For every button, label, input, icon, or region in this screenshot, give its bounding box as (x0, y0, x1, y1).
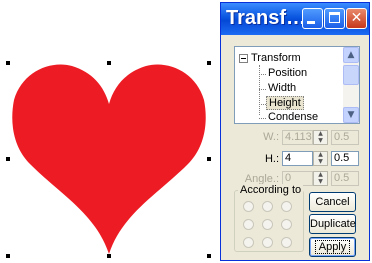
stepper-down-icon: ▼ (318, 137, 323, 144)
tree-branch (259, 89, 266, 90)
height-stepper[interactable]: ▲ ▼ (313, 151, 328, 166)
scroll-up-button[interactable]: ▲ (343, 47, 359, 63)
transform-tree[interactable]: Transform Position Width Height Condense… (234, 46, 360, 124)
angle-step-field: 0.5 (331, 171, 359, 186)
selection-handle-top-center[interactable] (107, 61, 111, 65)
chevron-up-icon: ▲ (347, 50, 355, 60)
selection-handle-middle-right[interactable] (207, 157, 211, 161)
anchor-top-left-radio[interactable] (243, 201, 254, 212)
anchor-bottom-left-radio[interactable] (243, 237, 254, 248)
tree-item-width[interactable]: Width (268, 82, 296, 94)
width-stepper: ▲ ▼ (313, 130, 328, 145)
cancel-button[interactable]: Cancel (309, 192, 356, 212)
transform-window: Transf… ✕ Transform Position Width Heigh… (220, 2, 370, 261)
scroll-thumb[interactable] (343, 65, 359, 85)
selection-handle-bottom-center[interactable] (107, 254, 111, 258)
maximize-icon (329, 12, 340, 23)
tree-branch (259, 104, 266, 105)
close-icon: ✕ (350, 10, 363, 26)
width-field: 4.113 (282, 130, 313, 145)
apply-button[interactable]: Apply (309, 237, 356, 257)
width-step-field: 0.5 (331, 130, 359, 145)
selection-handle-top-right[interactable] (207, 61, 211, 65)
angle-stepper: ▲ ▼ (313, 171, 328, 186)
selection-handle-top-left[interactable] (6, 61, 10, 65)
tree-connector (259, 65, 260, 115)
selection-handle-bottom-right[interactable] (207, 254, 211, 258)
anchor-middle-left-radio[interactable] (243, 219, 254, 230)
heart-shape[interactable] (0, 0, 218, 263)
chevron-down-icon: ▼ (347, 110, 355, 120)
height-field[interactable]: 4 (282, 151, 313, 166)
title-bar[interactable]: Transf… ✕ (221, 3, 369, 35)
close-button[interactable]: ✕ (346, 8, 367, 29)
anchor-bottom-right-radio[interactable] (281, 237, 292, 248)
apply-button-label: Apply (314, 240, 351, 254)
scroll-down-button[interactable]: ▼ (343, 107, 359, 123)
according-to-label: According to (238, 184, 304, 196)
height-step-field[interactable]: 0.5 (331, 151, 359, 166)
stepper-down-icon: ▼ (318, 158, 323, 165)
tree-scrollbar[interactable]: ▲ ▼ (343, 47, 359, 123)
minimize-icon (307, 21, 315, 24)
tree-item-height[interactable]: Height (266, 96, 304, 110)
tree-item-position[interactable]: Position (268, 67, 307, 79)
selection-handle-middle-left[interactable] (6, 157, 10, 161)
height-label: H.: (264, 153, 279, 165)
minimize-button[interactable] (302, 8, 323, 29)
anchor-middle-right-radio[interactable] (281, 219, 292, 230)
heart-path[interactable] (12, 64, 206, 255)
maximize-button[interactable] (324, 8, 345, 29)
tree-branch (259, 118, 266, 119)
selection-handle-bottom-left[interactable] (6, 254, 10, 258)
window-title: Transf… (226, 7, 307, 29)
collapse-icon[interactable] (239, 54, 248, 63)
stepper-down-icon: ▼ (318, 178, 323, 185)
anchor-bottom-center-radio[interactable] (262, 237, 273, 248)
drawing-canvas[interactable] (0, 0, 218, 263)
tree-branch (259, 74, 266, 75)
duplicate-button[interactable]: Duplicate (309, 214, 356, 234)
tree-item-transform[interactable]: Transform (251, 52, 301, 64)
width-label: W.: (263, 131, 279, 143)
tree-item-condense[interactable]: Condense (268, 111, 318, 123)
anchor-top-right-radio[interactable] (281, 201, 292, 212)
anchor-middle-center-radio[interactable] (262, 219, 273, 230)
anchor-top-center-radio[interactable] (262, 201, 273, 212)
